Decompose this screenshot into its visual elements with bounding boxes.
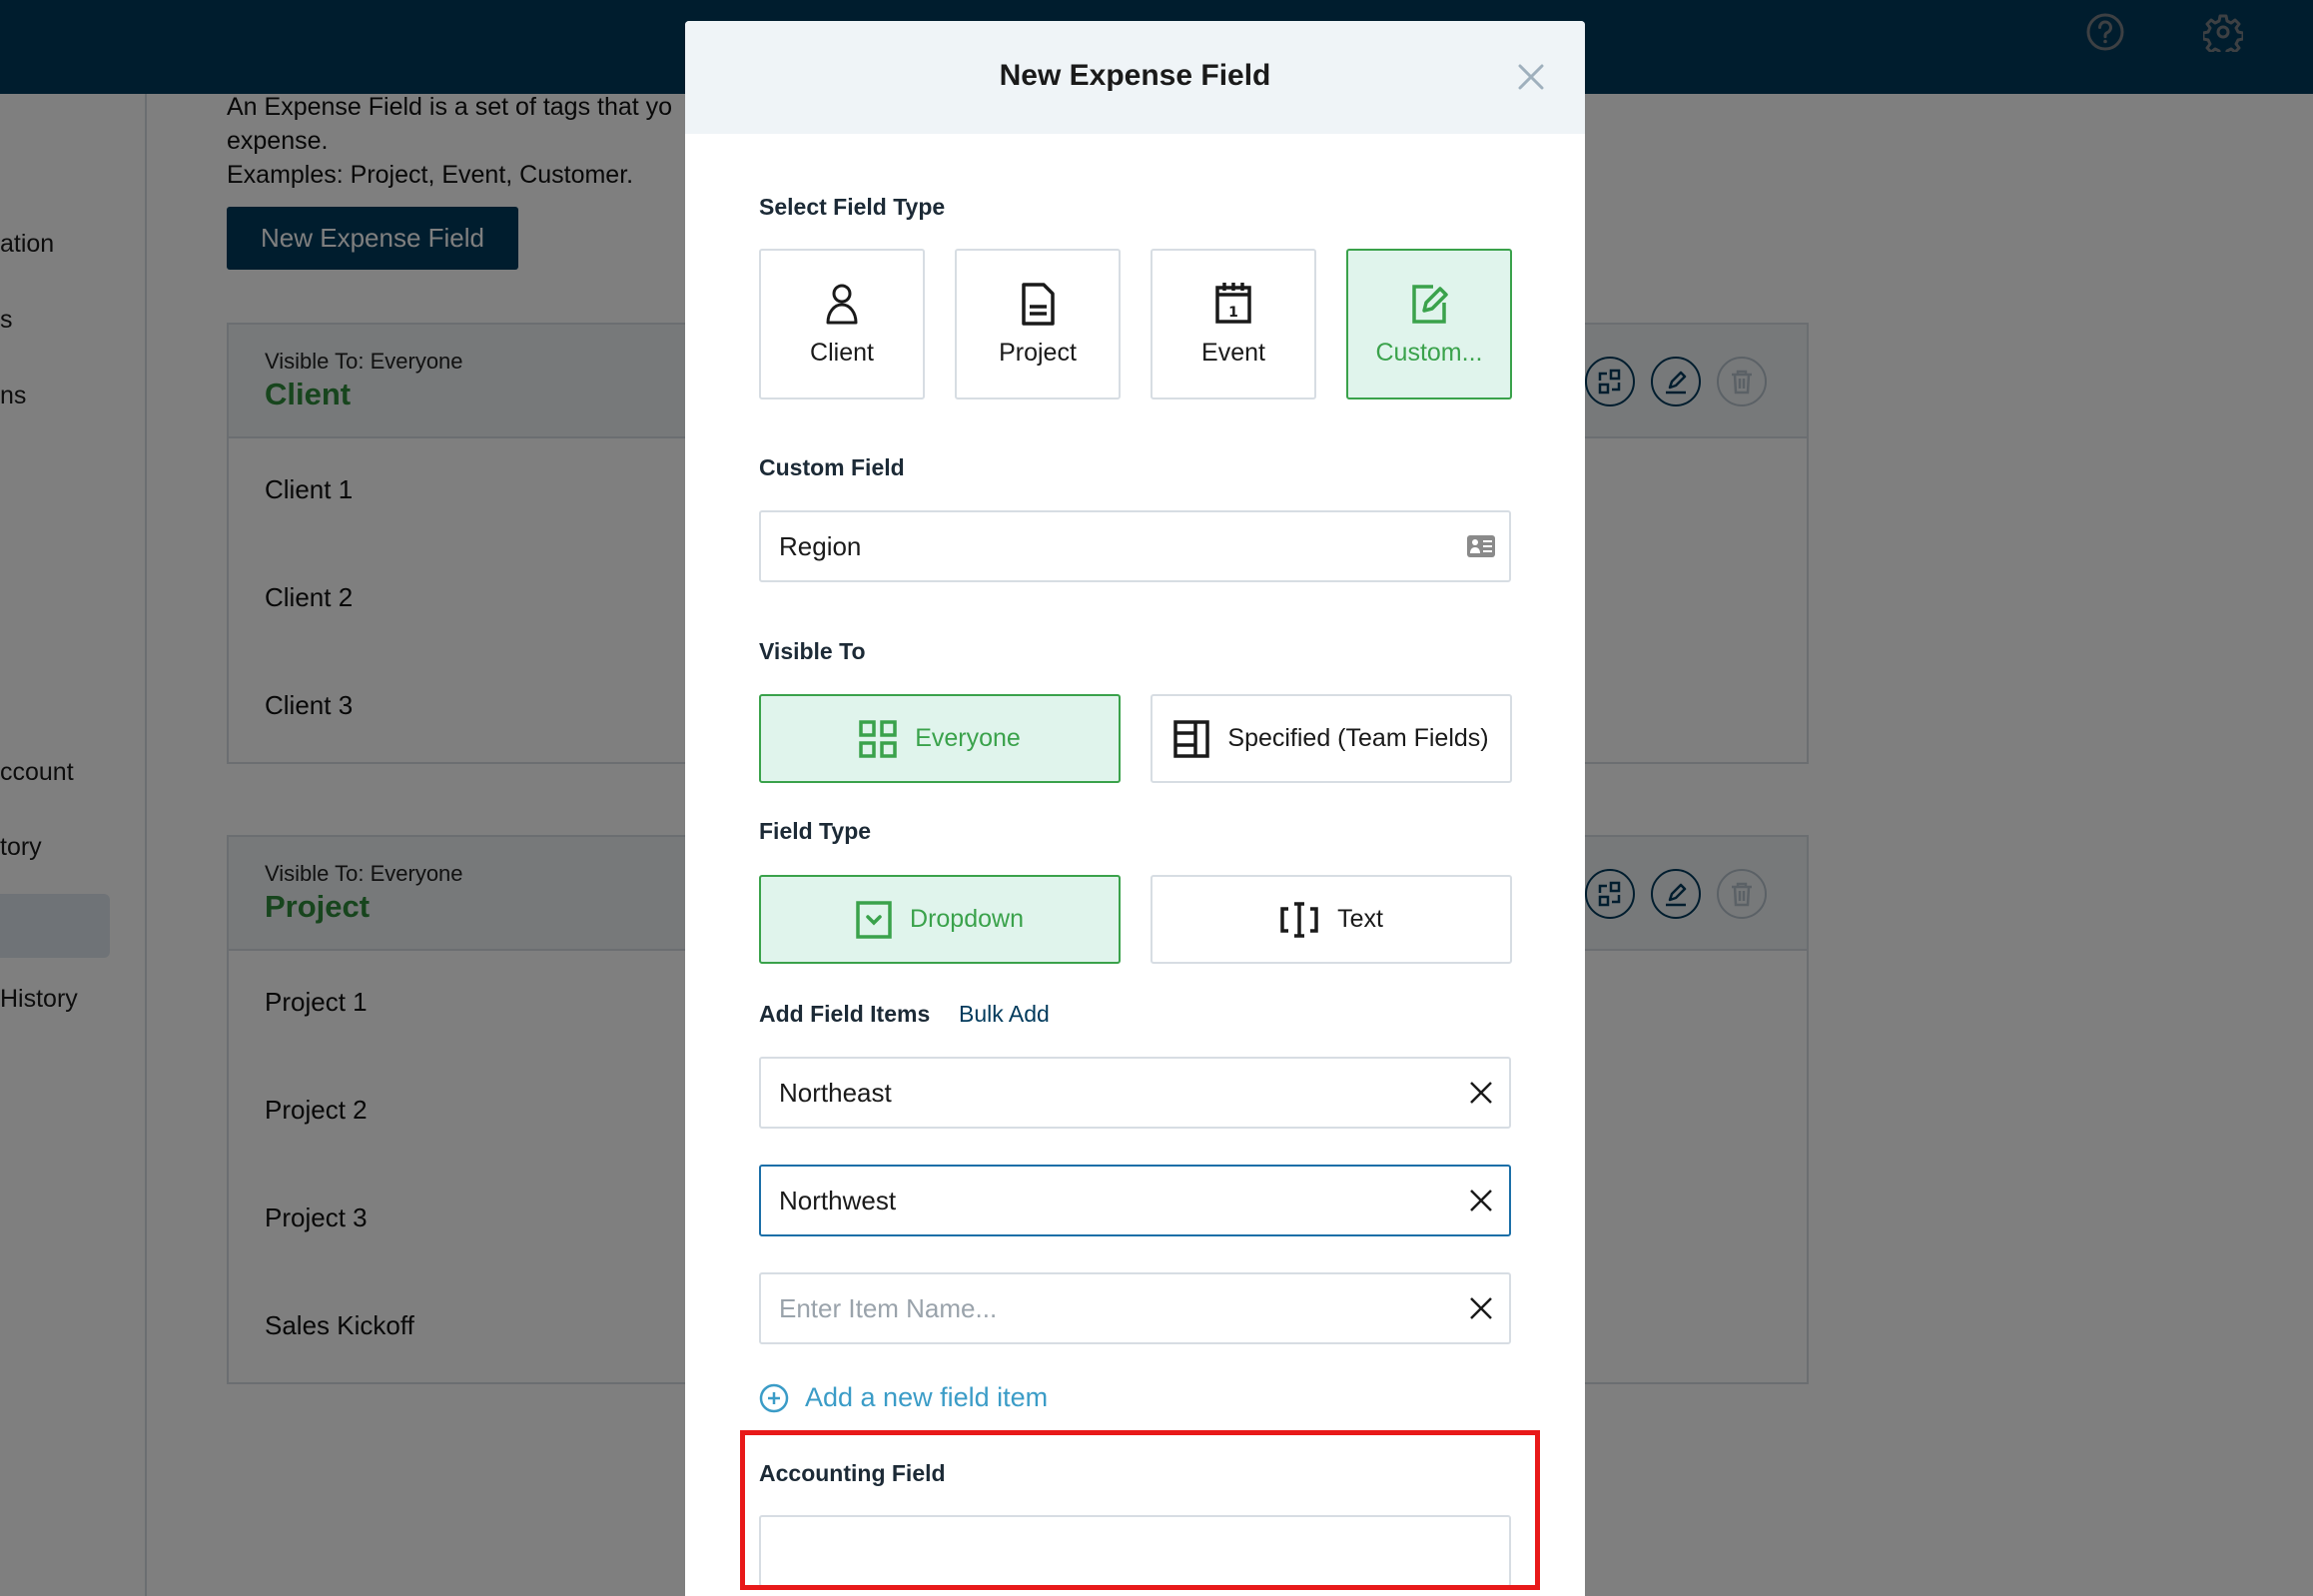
visible-to-specified[interactable]: Specified (Team Fields) [1151, 694, 1512, 783]
field-type-dropdown[interactable]: Dropdown [759, 875, 1121, 964]
grid-icon [859, 719, 897, 758]
close-icon [1470, 1082, 1492, 1104]
field-item-input[interactable]: Enter Item Name... [759, 1272, 1511, 1344]
field-type-event[interactable]: 1 Event [1151, 249, 1316, 399]
modal-title: New Expense Field [999, 59, 1271, 92]
option-label: Text [1337, 905, 1383, 933]
field-item-placeholder: Enter Item Name... [779, 1292, 998, 1323]
edit-icon [1412, 285, 1448, 324]
bulk-add-link[interactable]: Bulk Add [959, 1001, 1050, 1028]
document-icon [1022, 283, 1055, 326]
contact-card-icon [1465, 530, 1497, 562]
field-item-input[interactable]: Northeast [759, 1057, 1511, 1129]
remove-item-button[interactable] [1465, 1185, 1497, 1216]
field-type-label: Project [999, 339, 1077, 367]
person-icon [826, 284, 858, 325]
svg-text:1: 1 [1228, 305, 1238, 321]
modal-header: New Expense Field [685, 21, 1585, 134]
add-new-field-item-label: Add a new field item [805, 1382, 1049, 1412]
plus-circle-icon [759, 1383, 789, 1412]
new-expense-field-modal: New Expense Field Select Field Type Clie… [685, 21, 1585, 1596]
field-item-value: Northwest [779, 1185, 897, 1215]
remove-item-button[interactable] [1465, 1077, 1497, 1109]
custom-field-label: Custom Field [759, 454, 905, 480]
team-layout-icon [1173, 719, 1210, 758]
close-icon [1470, 1297, 1492, 1319]
dropdown-icon [856, 900, 892, 939]
add-field-items-label: Add Field Items [759, 1001, 931, 1027]
visible-to-everyone[interactable]: Everyone [759, 694, 1121, 783]
visible-to-label: Visible To [759, 638, 866, 664]
option-label: Dropdown [910, 905, 1024, 933]
close-button[interactable] [1515, 61, 1547, 93]
text-cursor-icon [1280, 901, 1318, 938]
select-field-type-label: Select Field Type [759, 194, 946, 220]
option-label: Everyone [915, 724, 1021, 752]
calendar-icon: 1 [1215, 283, 1251, 324]
field-type-custom[interactable]: Custom... [1346, 249, 1512, 399]
close-icon [1518, 64, 1544, 90]
field-type-label: Event [1201, 339, 1265, 367]
highlight-box [740, 1430, 1540, 1590]
field-type-label: Client [810, 339, 874, 367]
remove-item-button[interactable] [1465, 1292, 1497, 1324]
field-type-label: Custom... [1375, 339, 1483, 367]
option-label: Specified (Team Fields) [1227, 724, 1489, 752]
close-icon [1470, 1190, 1492, 1211]
field-type-label: Field Type [759, 818, 872, 844]
field-item-input[interactable]: Northwest [759, 1165, 1511, 1236]
field-type-text[interactable]: Text [1151, 875, 1512, 964]
custom-field-value: Region [779, 530, 862, 561]
field-item-value: Northeast [779, 1077, 892, 1108]
custom-field-input[interactable]: Region [759, 510, 1511, 582]
add-new-field-item-link[interactable]: Add a new field item [759, 1382, 1048, 1413]
field-type-client[interactable]: Client [759, 249, 925, 399]
field-type-project[interactable]: Project [955, 249, 1121, 399]
